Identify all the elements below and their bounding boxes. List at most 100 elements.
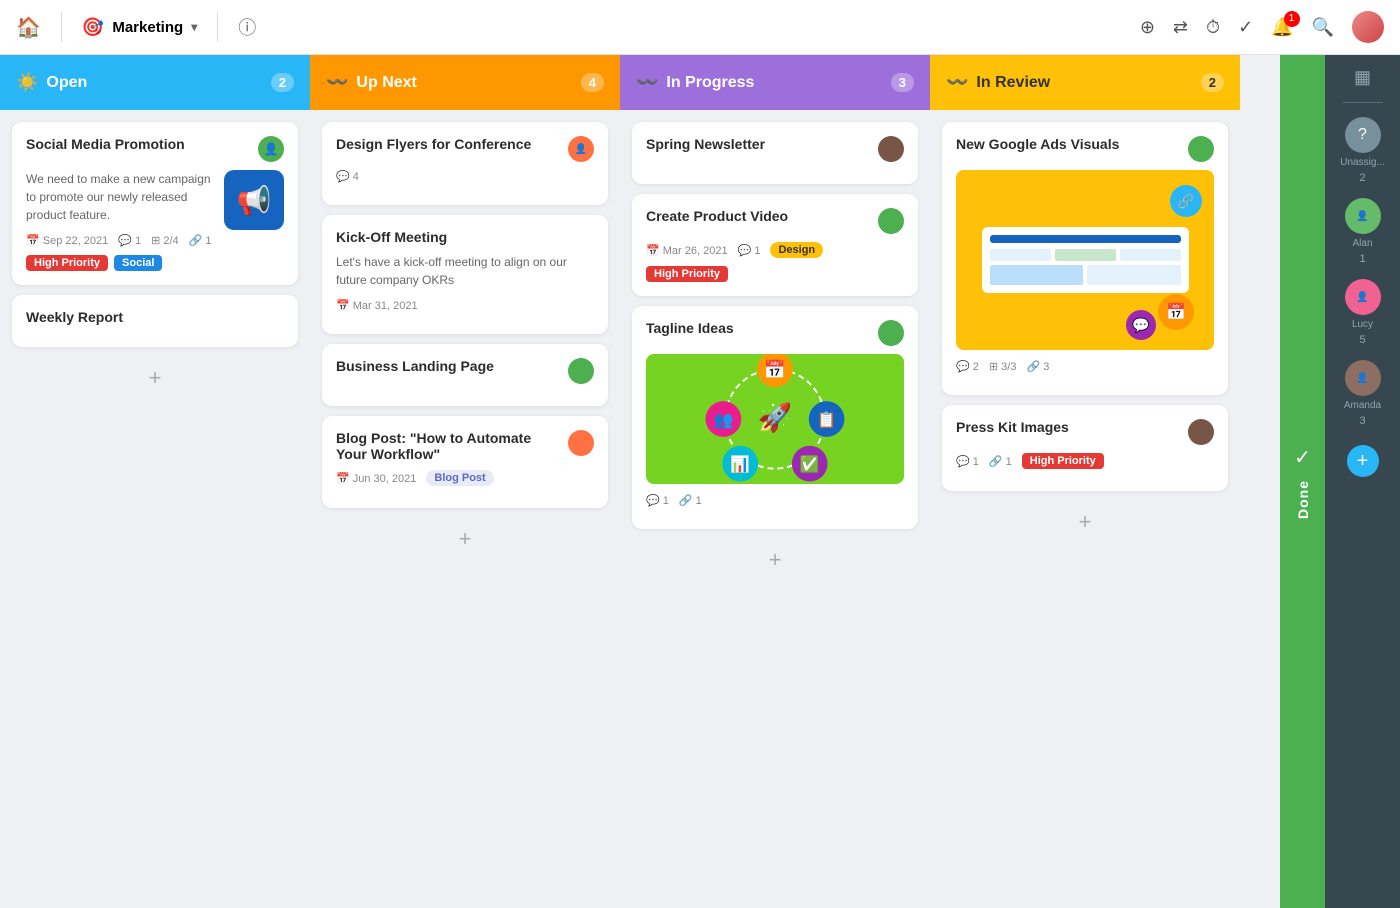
amanda-name: Amanda [1344, 400, 1381, 411]
lucy-avatar[interactable]: 👤 [1345, 279, 1381, 315]
add-assignee-button[interactable]: + [1347, 445, 1379, 477]
card-avatar [568, 430, 594, 456]
subtasks-meta: ⊞ 3/3 [989, 360, 1017, 373]
card-press-kit[interactable]: Press Kit Images 💬 1 🔗 1 High Priority [942, 405, 1228, 491]
add-card-inreview[interactable]: + [942, 501, 1228, 543]
amanda-avatar[interactable]: 👤 [1345, 360, 1381, 396]
card-avatar [878, 320, 904, 346]
card-title: Design Flyers for Conference [336, 136, 568, 152]
notification-badge: 1 [1284, 11, 1300, 27]
card-avatar [568, 358, 594, 384]
attachments-meta: 🔗 1 [189, 234, 212, 247]
card-business-landing[interactable]: Business Landing Page [322, 344, 608, 406]
assignee-unassigned: ? Unassig... 2 [1340, 117, 1384, 184]
user-avatar[interactable] [1352, 11, 1384, 43]
timer-icon[interactable]: ⏱ [1206, 17, 1220, 38]
column-inreview: 〰️ In Review 2 New Google Ads Visuals [930, 55, 1240, 908]
card-header: Weekly Report [26, 309, 284, 325]
ads-browser-bar [990, 235, 1181, 243]
info-icon[interactable]: ⓘ [238, 14, 256, 40]
col-upnext-label: Up Next [356, 74, 416, 92]
bell-icon[interactable]: 🔔 1 [1271, 17, 1293, 38]
assignee-amanda: 👤 Amanda 3 [1344, 360, 1381, 427]
card-avatar [878, 136, 904, 162]
tagline-svg: 📅 👥 📋 📊 ✅ [646, 354, 904, 484]
floating-link-icon: 🔗 [1170, 185, 1202, 217]
nav-divider-2 [217, 12, 218, 42]
card-kickoff-meeting[interactable]: Kick-Off Meeting Let's have a kick-off m… [322, 215, 608, 334]
card-design-flyers[interactable]: Design Flyers for Conference 👤 💬 4 [322, 122, 608, 205]
col-inreview-count: 2 [1201, 73, 1224, 92]
add-card-upnext[interactable]: + [322, 518, 608, 560]
ads-image: 📅 💬 🔗 [956, 170, 1214, 350]
card-title: Spring Newsletter [646, 136, 878, 152]
topnav: 🏠 🎯 Marketing ▾ ⓘ ⊕ ⇄ ⏱ ✓ 🔔 1 🔍 [0, 0, 1400, 55]
ads-block-4 [990, 265, 1084, 285]
card-google-ads[interactable]: New Google Ads Visuals [942, 122, 1228, 395]
attachments-meta: 🔗 1 [679, 494, 702, 507]
card-title: Weekly Report [26, 309, 284, 325]
done-column[interactable]: ✓ Done [1280, 55, 1325, 908]
comments-meta: 💬 1 [956, 455, 979, 468]
col-inprogress-count: 3 [891, 73, 914, 92]
upnext-icon: 〰️ [326, 72, 348, 93]
ads-block-5 [1087, 265, 1181, 285]
tag-high-priority: High Priority [646, 266, 728, 282]
tag-design: Design [770, 242, 823, 258]
card-header: Create Product Video [646, 208, 904, 234]
card-avatar [1188, 419, 1214, 445]
card-avatar: 👤 [258, 136, 284, 162]
col-header-inprogress: 〰️ In Progress 3 [620, 55, 930, 110]
column-open: ☀️ Open 2 Social Media Promotion 👤 We ne… [0, 55, 310, 908]
amanda-count: 3 [1359, 415, 1365, 427]
brand-switcher[interactable]: 🎯 Marketing ▾ [82, 17, 197, 38]
card-social-media-promotion[interactable]: Social Media Promotion 👤 We need to make… [12, 122, 298, 285]
home-icon[interactable]: 🏠 [16, 15, 41, 40]
card-header: Tagline Ideas [646, 320, 904, 346]
unassigned-label: Unassig... [1340, 157, 1384, 168]
floating-calendar-icon: 📅 [1158, 294, 1194, 330]
grid-icon[interactable]: ▦ [1354, 67, 1371, 88]
col-open-count: 2 [271, 73, 294, 92]
alan-count: 1 [1359, 253, 1365, 265]
card-title: New Google Ads Visuals [956, 136, 1188, 152]
ads-block-3 [1120, 249, 1181, 261]
tag-blogpost: Blog Post [426, 470, 493, 486]
card-tags: High Priority [646, 266, 904, 282]
card-avatar: 👤 [568, 136, 594, 162]
add-card-open[interactable]: + [12, 357, 298, 399]
col-upnext-body: Design Flyers for Conference 👤 💬 4 Kick-… [310, 110, 620, 908]
card-title: Social Media Promotion [26, 136, 258, 152]
card-product-video[interactable]: Create Product Video 📅 Mar 26, 2021 💬 1 … [632, 194, 918, 296]
card-header: Kick-Off Meeting [336, 229, 594, 245]
alan-avatar[interactable]: 👤 [1345, 198, 1381, 234]
card-spring-newsletter[interactable]: Spring Newsletter [632, 122, 918, 184]
layout-icon[interactable]: ⇄ [1173, 17, 1188, 38]
col-header-upnext: 〰️ Up Next 4 [310, 55, 620, 110]
card-tagline-ideas[interactable]: Tagline Ideas 📅 [632, 306, 918, 529]
svg-text:✅: ✅ [800, 455, 820, 474]
done-label: Done [1295, 480, 1311, 519]
card-header: Social Media Promotion 👤 [26, 136, 284, 162]
add-icon[interactable]: ⊕ [1140, 17, 1155, 38]
date-meta: 📅 Jun 30, 2021 [336, 472, 416, 485]
unassigned-avatar[interactable]: ? [1345, 117, 1381, 153]
nav-divider-1 [61, 12, 62, 42]
date-meta: 📅 Sep 22, 2021 [26, 234, 108, 247]
card-meta: 📅 Sep 22, 2021 💬 1 ⊞ 2/4 🔗 1 [26, 234, 284, 247]
social-media-image: 📢 [224, 170, 284, 230]
card-title: Business Landing Page [336, 358, 568, 374]
right-panel-divider [1343, 102, 1383, 103]
card-blog-post[interactable]: Blog Post: "How to Automate Your Workflo… [322, 416, 608, 508]
check-circle-icon[interactable]: ✓ [1238, 17, 1253, 38]
card-desc: We need to make a new campaign to promot… [26, 170, 214, 224]
lucy-count: 5 [1359, 334, 1365, 346]
comments-meta: 💬 2 [956, 360, 979, 373]
card-title: Blog Post: "How to Automate Your Workflo… [336, 430, 568, 462]
col-header-inreview: 〰️ In Review 2 [930, 55, 1240, 110]
col-open-body: Social Media Promotion 👤 We need to make… [0, 110, 310, 908]
card-header: Business Landing Page [336, 358, 594, 384]
add-card-inprogress[interactable]: + [632, 539, 918, 581]
card-weekly-report[interactable]: Weekly Report [12, 295, 298, 347]
search-icon[interactable]: 🔍 [1312, 17, 1334, 38]
